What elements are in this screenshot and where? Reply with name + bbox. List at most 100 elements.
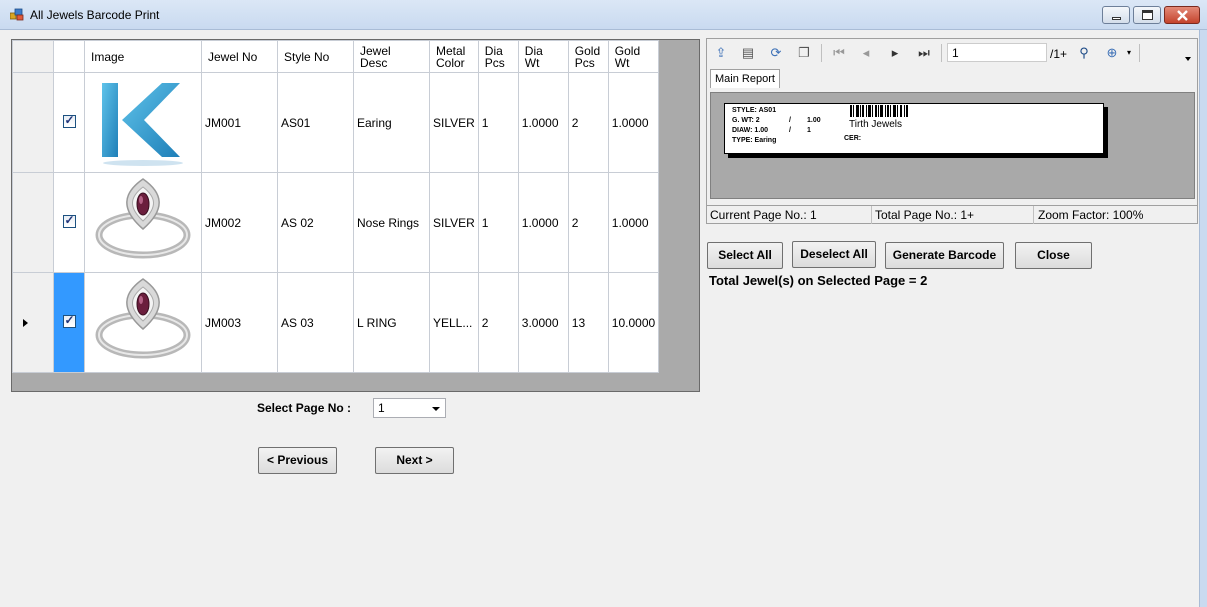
style-no-cell: AS01 [277, 72, 354, 173]
col-header-gold-pcs[interactable]: Gold Pcs [567, 40, 609, 73]
label-style: STYLE: AS01 [732, 107, 777, 114]
row-checkbox-cell[interactable]: ✓ [53, 272, 85, 373]
label-diamond-weight-separator: / [789, 127, 791, 134]
toolbar-separator [941, 44, 942, 62]
row-checkbox[interactable]: ✓ [62, 212, 76, 228]
row-header-current[interactable] [12, 272, 54, 373]
row-header[interactable] [12, 172, 54, 273]
col-header-jewel-desc[interactable]: Jewel Desc [353, 40, 430, 73]
col-header-metal-color[interactable]: Metal Color [429, 40, 479, 73]
k-logo-image [102, 83, 183, 166]
metal-color-cell: YELL... [429, 272, 479, 373]
row-checkbox[interactable]: ✓ [62, 112, 76, 128]
jewel-no-cell: JM002 [201, 172, 278, 273]
label-diamond-weight: DIAW: 1.00 [732, 127, 769, 134]
dia-pcs-cell: 1 [477, 172, 519, 273]
table-row-selected[interactable]: ✓ JM003 AS 03 L RING YELL... 2 3.0000 13… [12, 272, 660, 373]
export-icon[interactable]: ⇪ [713, 45, 729, 61]
previous-button[interactable]: < Previous [258, 447, 337, 474]
label-gross-weight-separator: / [789, 117, 791, 124]
image-cell [84, 72, 202, 173]
close-button[interactable]: Close [1015, 242, 1092, 269]
col-header-dia-pcs[interactable]: Dia Pcs [477, 40, 519, 73]
ring-image [95, 278, 191, 359]
jewel-desc-cell: Earing [353, 72, 430, 173]
dia-wt-cell: 1.0000 [517, 72, 569, 173]
status-zoom-factor: Zoom Factor: 100% [1038, 208, 1144, 222]
app-icon [10, 8, 24, 21]
toolbar-separator [821, 44, 822, 62]
gold-pcs-cell: 2 [567, 172, 609, 273]
next-button[interactable]: Next > [375, 447, 454, 474]
previous-page-icon[interactable]: ◂ [858, 45, 874, 61]
table-row[interactable]: ✓ JM002 AS 02 Nose Rings SILVER 1 1.0000… [12, 172, 660, 273]
jewel-grid[interactable]: Image Jewel No Style No Jewel Desc Metal… [11, 39, 700, 392]
close-window-button[interactable] [1164, 6, 1200, 24]
label-diamond-weight-value: 1 [807, 127, 811, 134]
check-mark-icon: ✓ [64, 212, 75, 227]
copy-icon[interactable]: ❐ [796, 45, 812, 61]
page-select[interactable]: 1 [373, 398, 446, 418]
current-row-arrow-icon [23, 318, 28, 327]
generate-barcode-button[interactable]: Generate Barcode [885, 242, 1004, 269]
col-header-gold-wt[interactable]: Gold Wt [607, 40, 660, 73]
page-select-value: 1 [378, 401, 385, 415]
dia-pcs-cell: 1 [477, 72, 519, 173]
title-bar: All Jewels Barcode Print [0, 0, 1207, 30]
col-header-style-no[interactable]: Style No [277, 40, 354, 73]
maximize-icon [1142, 10, 1153, 20]
page-total-label: /1+ [1050, 47, 1068, 61]
col-header-image[interactable]: Image [84, 40, 202, 73]
first-page-icon[interactable]: ⏮ [831, 45, 847, 61]
image-cell [84, 172, 202, 273]
page-number-input[interactable]: 1 [947, 43, 1047, 62]
minimize-icon [1112, 17, 1121, 20]
style-no-cell: AS 02 [277, 172, 354, 273]
jewel-desc-cell: Nose Rings [353, 172, 430, 273]
jewel-desc-cell: L RING [353, 272, 430, 373]
status-current-page: Current Page No.: 1 [710, 208, 817, 222]
find-binoculars-icon[interactable]: ⚲ [1076, 45, 1092, 61]
zoom-icon[interactable]: ⊕ [1104, 45, 1120, 61]
col-header-dia-wt[interactable]: Dia Wt [517, 40, 569, 73]
deselect-all-button[interactable]: Deselect All [792, 241, 876, 268]
label-type: TYPE: Earing [732, 137, 777, 144]
select-all-button[interactable]: Select All [707, 242, 783, 269]
label-shop-name: Tirth Jewels [849, 119, 902, 130]
row-header-corner [12, 40, 54, 73]
col-header-jewel-no[interactable]: Jewel No [201, 40, 278, 73]
metal-color-cell: SILVER [429, 72, 479, 173]
check-mark-icon: ✓ [64, 112, 75, 127]
row-checkbox-cell[interactable]: ✓ [53, 172, 85, 273]
zoom-dropdown-icon[interactable]: ▾ [1121, 45, 1137, 61]
style-no-cell: AS 03 [277, 272, 354, 373]
col-header-check[interactable] [53, 40, 85, 73]
maximize-button[interactable] [1133, 6, 1161, 24]
refresh-icon[interactable]: ⟳ [768, 45, 784, 61]
dia-wt-cell: 1.0000 [517, 172, 569, 273]
chevron-down-icon [432, 407, 440, 411]
gold-pcs-cell: 2 [567, 72, 609, 173]
jewel-no-cell: JM003 [201, 272, 278, 373]
row-header[interactable] [12, 72, 54, 173]
total-jewels-label: Total Jewel(s) on Selected Page = 2 [709, 273, 928, 288]
row-checkbox-cell[interactable]: ✓ [53, 72, 85, 173]
toolbar-overflow-icon[interactable] [1185, 57, 1191, 61]
label-gross-weight-value: 1.00 [807, 117, 821, 124]
toolbar-separator [1139, 44, 1140, 62]
last-page-icon[interactable]: ⏭ [916, 45, 932, 61]
check-mark-icon: ✓ [64, 312, 75, 327]
gold-wt-cell: 10.0000 [607, 272, 660, 373]
viewer-status-bar: Current Page No.: 1 Total Page No.: 1+ Z… [707, 205, 1197, 224]
gold-wt-cell: 1.0000 [607, 72, 660, 173]
table-row[interactable]: ✓ JM001 AS01 Earing SILVER 1 1.0000 2 1.… [12, 72, 660, 173]
row-checkbox[interactable]: ✓ [62, 312, 76, 328]
status-divider [1033, 206, 1034, 224]
next-page-icon[interactable]: ▸ [887, 45, 903, 61]
print-icon[interactable]: ▤ [740, 45, 756, 61]
gold-wt-cell: 1.0000 [607, 172, 660, 273]
tab-main-report[interactable]: Main Report [710, 69, 780, 88]
minimize-button[interactable] [1102, 6, 1130, 24]
dia-pcs-cell: 2 [477, 272, 519, 373]
metal-color-cell: SILVER [429, 172, 479, 273]
